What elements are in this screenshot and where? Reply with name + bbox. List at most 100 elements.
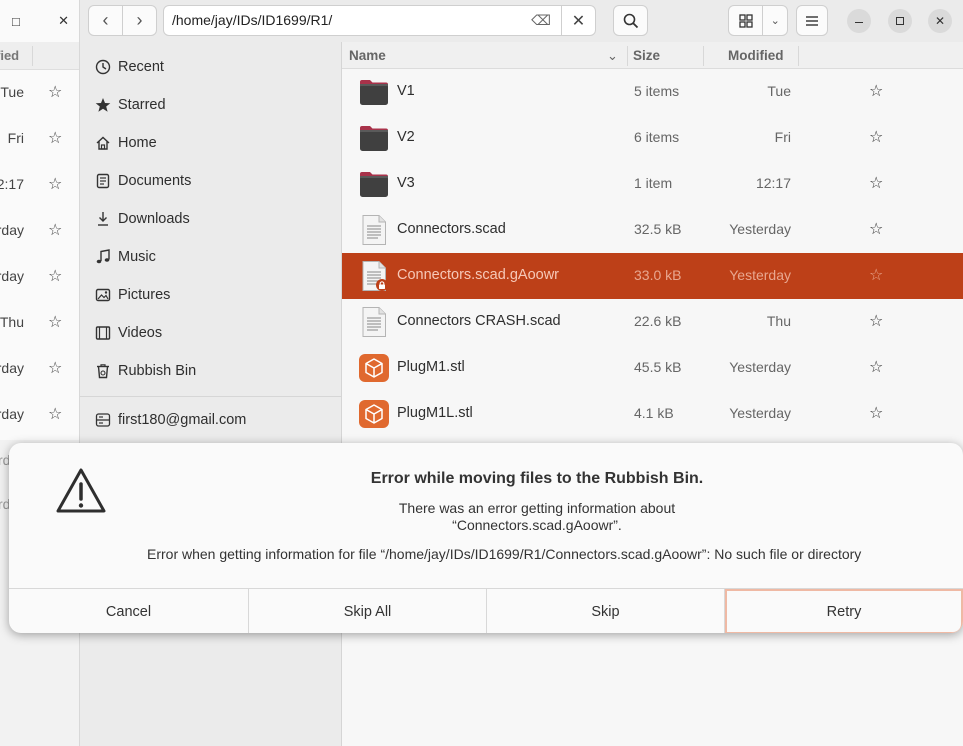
bg-modified-column-partial[interactable]: fied <box>0 48 19 63</box>
file-modified: Yesterday <box>729 267 791 283</box>
close-icon: ✕ <box>934 14 946 28</box>
sidebar-item-rubbish-bin[interactable]: Rubbish Bin <box>80 352 341 390</box>
file-row[interactable]: PlugM1L.stl 4.1 kB Yesterday ☆ <box>342 391 963 437</box>
sidebar-item-videos[interactable]: Videos <box>80 314 341 352</box>
file-size: 45.5 kB <box>634 359 682 375</box>
skip-all-button[interactable]: Skip All <box>249 589 487 633</box>
sort-chevron-icon[interactable]: ⌄ <box>607 48 618 64</box>
main-menu-button[interactable] <box>796 5 828 36</box>
column-size[interactable]: Size <box>633 48 660 63</box>
header-bar: ‹ › /home/jay/IDs/ID1699/R1/ ⌫ ✕ ⌄ ✕ <box>80 0 963 42</box>
star-icon[interactable]: ☆ <box>48 174 62 194</box>
trash-icon <box>94 362 112 380</box>
dialog-secondary-line-2: “Connectors.scad.gAoowr”. <box>452 517 622 533</box>
star-icon[interactable]: ☆ <box>869 127 883 147</box>
star-icon[interactable]: ☆ <box>869 403 883 423</box>
file-row[interactable]: Connectors.scad 32.5 kB Yesterday ☆ <box>342 207 963 253</box>
bg-list-item[interactable]: rday ☆ <box>0 208 79 254</box>
star-icon[interactable]: ☆ <box>48 358 62 378</box>
bg-maximize-icon[interactable]: □ <box>12 14 20 29</box>
bg-modified-text: rday <box>0 406 24 422</box>
sidebar-item-downloads[interactable]: Downloads <box>80 200 341 238</box>
folder-icon <box>358 76 390 108</box>
sidebar-item-documents[interactable]: Documents <box>80 162 341 200</box>
file-name: V2 <box>397 129 415 145</box>
column-name[interactable]: Name <box>349 48 386 63</box>
maximize-button[interactable] <box>888 9 912 33</box>
star-icon[interactable]: ☆ <box>48 220 62 240</box>
file-size: 6 items <box>634 129 680 145</box>
text-file-icon <box>358 306 390 338</box>
bg-modified-text: Tue <box>0 84 24 100</box>
view-buttons: ⌄ <box>728 5 788 36</box>
star-icon[interactable]: ☆ <box>869 173 883 193</box>
cancel-button[interactable]: Cancel <box>9 589 249 633</box>
sidebar-item-music[interactable]: Music <box>80 238 341 276</box>
bg-list-item[interactable]: Tue ☆ <box>0 70 79 116</box>
star-icon[interactable]: ☆ <box>869 357 883 377</box>
file-row[interactable]: Connectors CRASH.scad 22.6 kB Thu ☆ <box>342 299 963 345</box>
grid-view-button[interactable] <box>729 6 762 35</box>
back-button[interactable]: ‹ <box>89 6 122 35</box>
file-size: 33.0 kB <box>634 267 682 283</box>
star-icon[interactable]: ☆ <box>869 219 883 239</box>
close-button[interactable]: ✕ <box>928 9 952 33</box>
file-row[interactable]: V2 6 items Fri ☆ <box>342 115 963 161</box>
location-bar[interactable]: /home/jay/IDs/ID1699/R1/ ⌫ ✕ <box>163 5 596 36</box>
text-file-icon <box>358 214 390 246</box>
drive-icon <box>94 411 112 429</box>
star-icon[interactable]: ☆ <box>48 128 62 148</box>
star-icon[interactable]: ☆ <box>48 404 62 424</box>
sidebar-item-label: Downloads <box>118 211 190 227</box>
sidebar-item-label: Videos <box>118 325 163 341</box>
sidebar-item-starred[interactable]: Starred <box>80 86 341 124</box>
column-modified[interactable]: Modified <box>728 48 784 63</box>
sidebar-item-account[interactable]: first180@gmail.com <box>80 401 341 439</box>
navigation-buttons: ‹ › <box>88 5 157 36</box>
home-icon <box>94 134 112 152</box>
skip-button[interactable]: Skip <box>487 589 725 633</box>
sidebar-item-label: Starred <box>118 97 166 113</box>
file-row[interactable]: V1 5 items Tue ☆ <box>342 69 963 115</box>
bg-modified-text: 12:17 <box>0 176 24 192</box>
file-row[interactable]: V3 1 item 12:17 ☆ <box>342 161 963 207</box>
bg-close-icon[interactable]: ✕ <box>58 13 69 29</box>
file-modified: Fri <box>774 129 791 145</box>
file-modified: Yesterday <box>729 221 791 237</box>
sidebar-item-home[interactable]: Home <box>80 124 341 162</box>
bg-list-item[interactable]: Fri ☆ <box>0 116 79 162</box>
bg-list-item[interactable]: rday ☆ <box>0 392 79 438</box>
star-icon[interactable]: ☆ <box>869 311 883 331</box>
star-icon[interactable]: ☆ <box>869 265 883 285</box>
star-icon[interactable]: ☆ <box>48 312 62 332</box>
sidebar-item-label: Home <box>118 135 157 151</box>
search-button[interactable] <box>613 5 648 36</box>
location-path[interactable]: /home/jay/IDs/ID1699/R1/ <box>172 12 332 28</box>
dialog-secondary-text: There was an error getting information a… <box>9 500 963 534</box>
bg-list-item[interactable]: rday ☆ <box>0 346 79 392</box>
sidebar-item-recent[interactable]: Recent <box>80 48 341 86</box>
clear-location-icon[interactable]: ⌫ <box>531 12 551 29</box>
bg-list-item[interactable]: rday ☆ <box>0 254 79 300</box>
file-size: 5 items <box>634 83 680 99</box>
star-icon[interactable]: ☆ <box>48 266 62 286</box>
close-location-button[interactable]: ✕ <box>561 6 595 35</box>
file-row[interactable]: PlugM1.stl 45.5 kB Yesterday ☆ <box>342 345 963 391</box>
view-options-dropdown[interactable]: ⌄ <box>762 6 787 35</box>
file-row[interactable]: Connectors.scad.gAoowr 33.0 kB Yesterday ☆ <box>342 253 963 299</box>
bg-list-item[interactable]: Thu ☆ <box>0 300 79 346</box>
file-name: Connectors.scad <box>397 221 506 237</box>
star-icon[interactable]: ☆ <box>48 82 62 102</box>
file-modified: Thu <box>766 313 791 329</box>
star-icon[interactable]: ☆ <box>869 81 883 101</box>
minimize-button[interactable] <box>847 9 871 33</box>
retry-button[interactable]: Retry <box>725 589 963 633</box>
dialog-secondary-line-1: There was an error getting information a… <box>398 500 676 516</box>
file-name: V1 <box>397 83 415 99</box>
sidebar-item-pictures[interactable]: Pictures <box>80 276 341 314</box>
bg-window-header: □ ✕ <box>0 0 79 42</box>
forward-button[interactable]: › <box>122 6 156 35</box>
bg-list-item[interactable]: 12:17 ☆ <box>0 162 79 208</box>
file-name: Connectors CRASH.scad <box>397 313 561 329</box>
file-name: PlugM1L.stl <box>397 405 473 421</box>
